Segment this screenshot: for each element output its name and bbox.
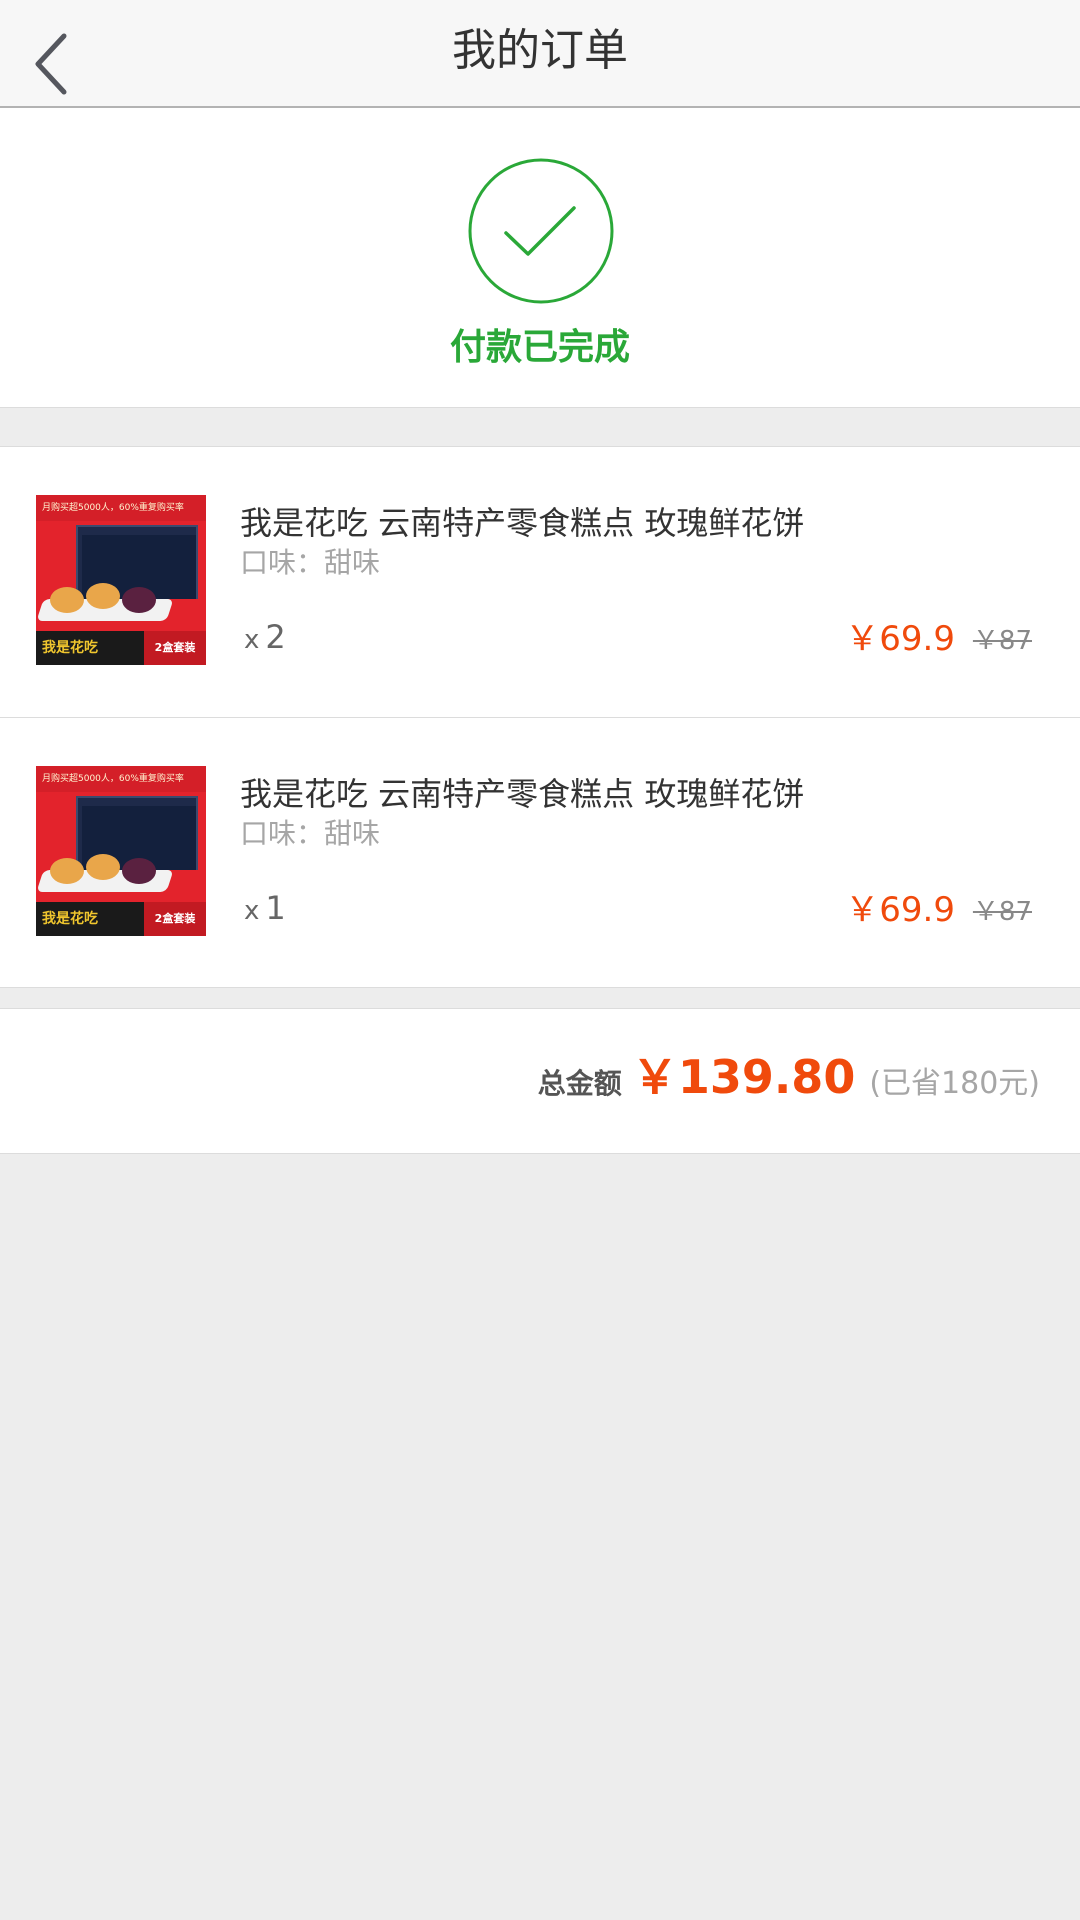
thumbnail-badge-text: 2盒套装 (144, 631, 206, 665)
product-price: ￥69.9 (845, 890, 955, 930)
total-label: 总金额 (537, 1067, 622, 1100)
product-name[interactable]: 我是花吃 云南特产零食糕点 玫瑰鲜花饼 (240, 503, 804, 543)
product-name[interactable]: 我是花吃 云南特产零食糕点 玫瑰鲜花饼 (240, 774, 804, 814)
quantity-prefix: x (244, 625, 260, 655)
product-quantity: x1 (244, 888, 286, 934)
product-flavor: 口味：甜味 (240, 817, 381, 850)
order-item[interactable]: 月购买超5000人，60%重复购买率 我是花吃 2盒套装 我是花吃 云南特产零食… (0, 447, 1080, 717)
product-flavor: 口味：甜味 (240, 546, 381, 579)
order-total-bar: 总金额 ￥139.80 (已省180元) (0, 1008, 1080, 1154)
check-circle-icon (468, 158, 614, 304)
order-item[interactable]: 月购买超5000人，60%重复购买率 我是花吃 2盒套装 我是花吃 云南特产零食… (0, 717, 1080, 987)
thumbnail-banner-text: 月购买超5000人，60%重复购买率 (36, 766, 206, 792)
thumbnail-brand-text: 我是花吃 (42, 640, 98, 656)
quantity-value: 2 (265, 618, 286, 656)
thumbnail-cake-graphic (86, 854, 120, 880)
thumbnail-cake-graphic (122, 858, 156, 884)
thumbnail-badge-text: 2盒套装 (144, 902, 206, 936)
product-quantity: x2 (244, 617, 286, 663)
total-amount: ￥139.80 (631, 1050, 856, 1104)
app-header: 我的订单 (0, 0, 1080, 108)
order-item-list: 月购买超5000人，60%重复购买率 我是花吃 2盒套装 我是花吃 云南特产零食… (0, 446, 1080, 988)
order-total: 总金额 ￥139.80 (已省180元) (538, 1047, 1040, 1118)
product-original-price: ￥87 (972, 897, 1032, 927)
thumbnail-cake-graphic (122, 587, 156, 613)
page-title: 我的订单 (452, 25, 628, 76)
total-saved: (已省180元) (869, 1066, 1040, 1101)
payment-status: 付款已完成 (0, 108, 1080, 408)
thumbnail-cake-graphic (50, 858, 84, 884)
quantity-value: 1 (265, 889, 286, 927)
thumbnail-cake-graphic (86, 583, 120, 609)
payment-status-text: 付款已完成 (449, 327, 630, 368)
thumbnail-banner-text: 月购买超5000人，60%重复购买率 (36, 495, 206, 521)
product-thumbnail[interactable]: 月购买超5000人，60%重复购买率 我是花吃 2盒套装 (36, 495, 206, 665)
thumbnail-cake-graphic (50, 587, 84, 613)
product-original-price: ￥87 (972, 626, 1032, 656)
product-thumbnail[interactable]: 月购买超5000人，60%重复购买率 我是花吃 2盒套装 (36, 766, 206, 936)
thumbnail-brand-text: 我是花吃 (42, 911, 98, 927)
product-price: ￥69.9 (845, 619, 955, 659)
quantity-prefix: x (244, 896, 260, 926)
